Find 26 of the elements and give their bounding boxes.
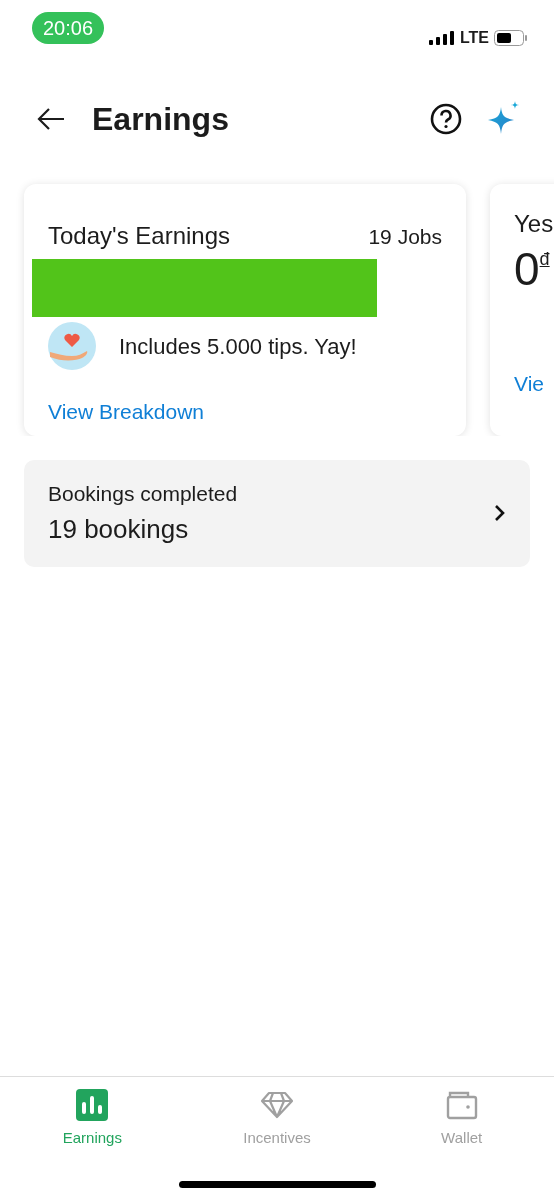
nav-tab[interactable]: Wallet — [369, 1089, 554, 1149]
heart-hand-icon — [48, 322, 96, 370]
currency-symbol: đ — [539, 249, 550, 269]
amount-value: 0 — [514, 243, 540, 295]
help-button[interactable] — [430, 103, 462, 135]
network-label: LTE — [459, 28, 489, 48]
card-title: Today's Earnings — [48, 221, 230, 251]
nav-tab[interactable]: Incentives — [184, 1089, 370, 1149]
tips-text: Includes 5.000 tips. Yay! — [119, 332, 357, 361]
signal-icon — [428, 31, 455, 45]
chevron-right-icon — [494, 504, 506, 523]
nav-tab[interactable]: Earnings — [0, 1089, 185, 1149]
status-time: 20:06 — [32, 12, 105, 44]
page-title: Earnings — [92, 99, 230, 139]
view-link[interactable]: Vie — [514, 368, 544, 400]
back-button[interactable] — [36, 106, 66, 132]
view-breakdown-link[interactable]: View Breakdown — [48, 396, 205, 428]
chart-icon — [76, 1089, 109, 1121]
bookings-row[interactable]: Bookings completed 19 bookings — [24, 460, 530, 567]
bookings-value: 19 bookings — [48, 512, 190, 546]
card-title: Yes — [514, 209, 554, 239]
battery-icon — [494, 30, 528, 46]
bookings-label: Bookings completed — [48, 481, 239, 507]
wallet-icon — [445, 1089, 478, 1121]
diamond-icon — [260, 1089, 294, 1121]
jobs-count: 19 Jobs — [368, 224, 442, 250]
